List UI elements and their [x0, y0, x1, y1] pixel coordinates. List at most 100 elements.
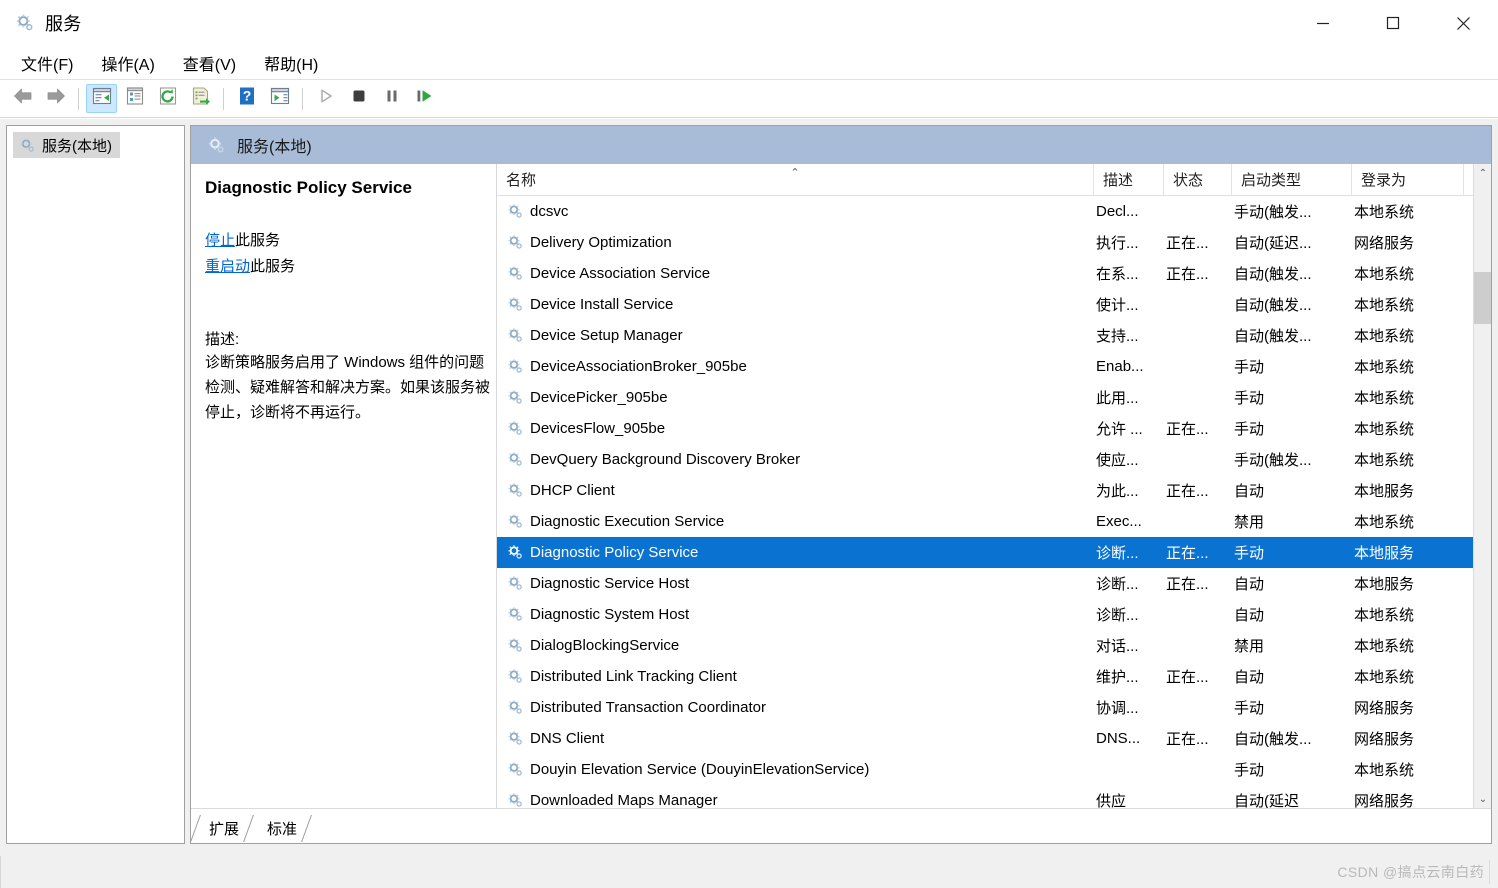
cell-log-on-as: 本地系统	[1354, 762, 1415, 779]
scroll-down-icon[interactable]: ⌄	[1474, 790, 1491, 808]
table-row[interactable]: Diagnostic System Host 诊断... 自动 本地系统	[497, 599, 1491, 630]
cell-log-on-as: 网络服务	[1354, 235, 1415, 252]
list-rows: dcsvc Decl... 手动(触发... 本地系统 Delivery Optimi…	[497, 196, 1491, 808]
cell-service-name: Diagnostic Service Host	[497, 575, 1094, 593]
cell-startup-type: 自动	[1234, 576, 1265, 593]
panel-header: 服务(本地)	[191, 126, 1491, 164]
column-header-status[interactable]: 状态	[1164, 164, 1232, 195]
cell-description: 使应...	[1096, 452, 1139, 469]
close-icon[interactable]	[1428, 0, 1498, 46]
show-hide-tree-button[interactable]	[86, 84, 117, 113]
column-header-startup-type[interactable]: 启动类型	[1232, 164, 1352, 195]
column-header-log-on-as[interactable]: 登录为	[1352, 164, 1464, 195]
table-row[interactable]: Diagnostic Execution Service Exec... 禁用 本地系…	[497, 506, 1491, 537]
table-row[interactable]: DevQuery Background Discovery Broker 使应..…	[497, 444, 1491, 475]
table-row[interactable]: Device Association Service 在系... 正在... 自动(触…	[497, 258, 1491, 289]
stop-service-button[interactable]	[343, 84, 374, 113]
cell-startup-type: 手动	[1234, 421, 1265, 438]
service-gear-icon	[506, 513, 524, 531]
list-vertical-scrollbar[interactable]: ⌃ ⌄	[1473, 164, 1491, 808]
watermark: CSDN @搞点云南白药	[1337, 864, 1484, 880]
tab-extended[interactable]: 扩展	[191, 813, 254, 843]
cell-service-name: Delivery Optimization	[497, 234, 1094, 252]
table-row[interactable]: dcsvc Decl... 手动(触发... 本地系统	[497, 196, 1491, 227]
cell-description: 诊断...	[1096, 576, 1139, 593]
toolbar: ?	[0, 80, 1498, 118]
service-name-label: Diagnostic System Host	[530, 606, 690, 623]
restart-service-link[interactable]: 重启动	[205, 258, 250, 275]
menu-file[interactable]: 文件(F)	[12, 48, 82, 78]
scroll-up-icon[interactable]: ⌃	[1474, 164, 1491, 182]
cell-log-on-as: 本地系统	[1354, 359, 1415, 376]
cell-status: 正在...	[1166, 545, 1209, 562]
show-console-button[interactable]	[264, 84, 295, 113]
tab-standard[interactable]: 标准	[251, 813, 312, 843]
service-name-label: Diagnostic Policy Service	[530, 544, 699, 561]
table-row[interactable]: Device Install Service 使计... 自动(触发... 本地系统	[497, 289, 1491, 320]
pause-service-button[interactable]	[376, 84, 407, 113]
service-gear-icon	[506, 761, 524, 779]
table-row[interactable]: DevicePicker_905be 此用... 手动 本地系统	[497, 382, 1491, 413]
column-header-name[interactable]: 名称 ⌃	[497, 164, 1094, 195]
properties-button[interactable]	[119, 84, 150, 113]
window-frame: 服务 文件(F) 操作(A) 查看(V) 帮助(H) ? 服务(本地) 服务(本…	[0, 0, 1498, 856]
cell-startup-type: 自动(触发...	[1234, 266, 1312, 283]
table-row[interactable]: DevicesFlow_905be 允许 ... 正在... 手动 本地系统	[497, 413, 1491, 444]
export-list-button[interactable]	[185, 84, 216, 113]
main-panel: 服务(本地) Diagnostic Policy Service 停止此服务 重…	[190, 125, 1492, 844]
cell-startup-type: 手动(触发...	[1234, 452, 1312, 469]
table-row[interactable]: DeviceAssociationBroker_905be Enab... 手动 本地…	[497, 351, 1491, 382]
table-row[interactable]: Distributed Transaction Coordinator 协调...…	[497, 692, 1491, 723]
cell-startup-type: 手动	[1234, 390, 1265, 407]
minimize-icon[interactable]	[1288, 0, 1358, 46]
service-detail-pane: Diagnostic Policy Service 停止此服务 重启动此服务 描…	[191, 164, 496, 808]
help-button[interactable]: ?	[231, 84, 262, 113]
cell-startup-type: 手动	[1234, 359, 1265, 376]
cell-startup-type: 自动(触发...	[1234, 328, 1312, 345]
table-row[interactable]: Douyin Elevation Service (DouyinElevatio…	[497, 754, 1491, 785]
menu-action[interactable]: 操作(A)	[92, 48, 163, 78]
table-row[interactable]: Device Setup Manager 支持... 自动(触发... 本地系统	[497, 320, 1491, 351]
tree-item-label: 服务(本地)	[42, 137, 112, 155]
refresh-button[interactable]	[152, 84, 183, 113]
table-row[interactable]: Distributed Link Tracking Client 维护... 正在.…	[497, 661, 1491, 692]
description-label: 描述:	[205, 331, 240, 349]
cell-description: 对话...	[1096, 638, 1139, 655]
tree-item-services-local[interactable]: 服务(本地)	[13, 132, 120, 158]
start-service-button[interactable]	[310, 84, 341, 113]
table-row[interactable]: Diagnostic Policy Service 诊断... 正在... 手动 本地服…	[497, 537, 1491, 568]
service-gear-icon	[506, 451, 524, 469]
cell-service-name: Diagnostic Policy Service	[497, 544, 1094, 562]
cell-description: 执行...	[1096, 235, 1139, 252]
table-row[interactable]: DHCP Client 为此... 正在... 自动 本地服务	[497, 475, 1491, 506]
table-row[interactable]: Diagnostic Service Host 诊断... 正在... 自动 本地服务	[497, 568, 1491, 599]
tab-edge-left	[191, 815, 201, 842]
back-button[interactable]	[7, 84, 38, 113]
menu-help[interactable]: 帮助(H)	[255, 48, 327, 78]
window-title: 服务	[45, 14, 82, 34]
table-row[interactable]: Delivery Optimization 执行... 正在... 自动(延迟... 网…	[497, 227, 1491, 258]
forward-button[interactable]	[40, 84, 71, 113]
stop-service-link[interactable]: 停止	[205, 232, 235, 249]
cell-description: Exec...	[1096, 513, 1142, 530]
table-row[interactable]: DialogBlockingService 对话... 禁用 本地系统	[497, 630, 1491, 661]
cell-startup-type: 自动(延迟...	[1234, 235, 1312, 252]
cell-status: 正在...	[1166, 421, 1209, 438]
service-gear-icon	[506, 637, 524, 655]
cell-startup-type: 自动	[1234, 669, 1265, 686]
arrow-right-icon	[45, 86, 67, 111]
cell-startup-type: 禁用	[1234, 638, 1265, 655]
service-gear-icon	[506, 296, 524, 314]
cell-log-on-as: 网络服务	[1354, 731, 1415, 748]
table-row[interactable]: Downloaded Maps Manager 供应 自动(延迟 网络服务	[497, 785, 1491, 808]
restart-service-button[interactable]	[409, 84, 440, 113]
table-row[interactable]: DNS Client DNS... 正在... 自动(触发... 网络服务	[497, 723, 1491, 754]
services-gear-icon	[14, 12, 36, 34]
detail-service-title: Diagnostic Policy Service	[205, 178, 412, 197]
scrollbar-thumb[interactable]	[1474, 272, 1491, 324]
cell-service-name: Distributed Transaction Coordinator	[497, 699, 1094, 717]
menu-view[interactable]: 查看(V)	[174, 48, 245, 78]
column-header-description[interactable]: 描述	[1094, 164, 1164, 195]
tab-standard-label: 标准	[267, 820, 298, 838]
maximize-icon[interactable]	[1358, 0, 1428, 46]
